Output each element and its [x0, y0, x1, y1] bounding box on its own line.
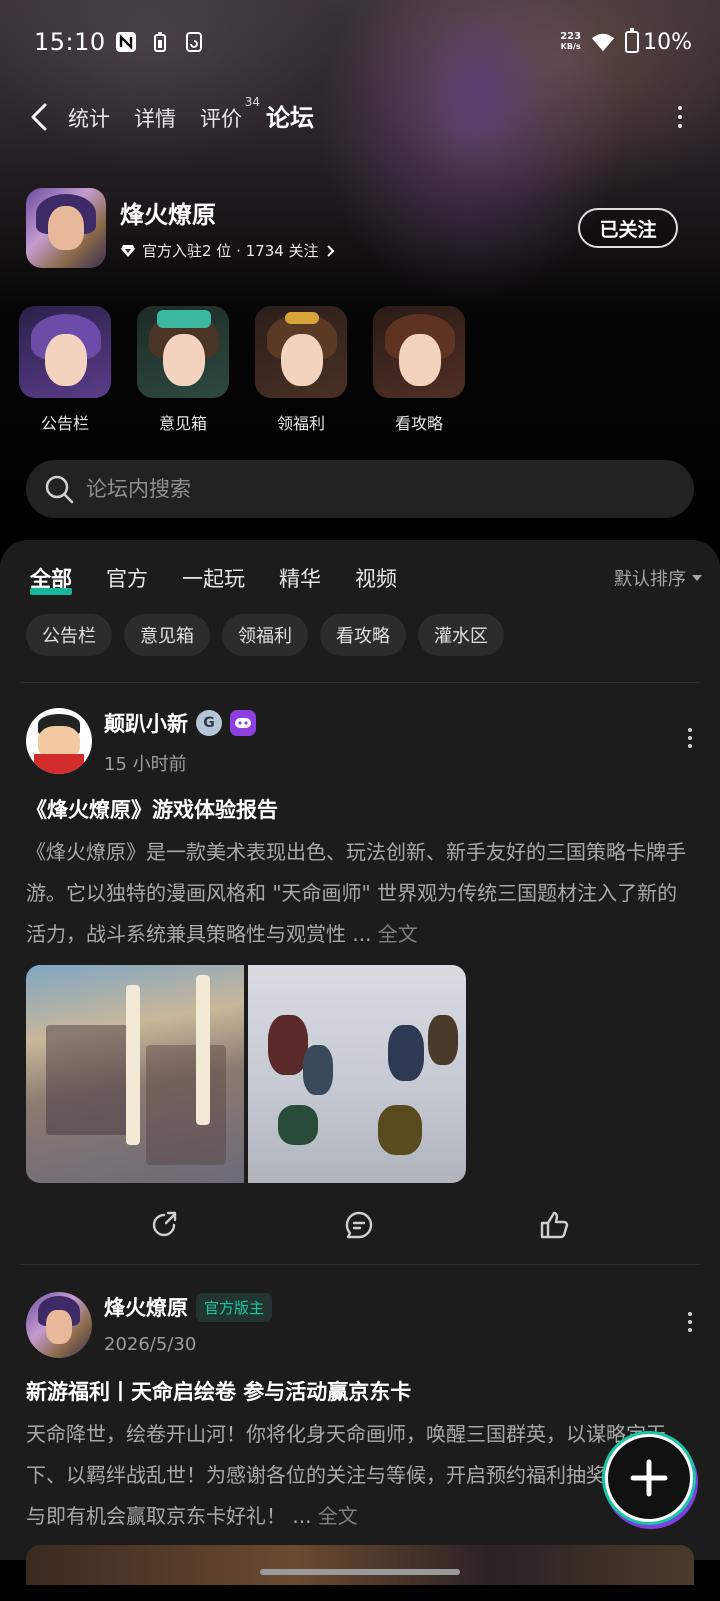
- tab-forum[interactable]: 论坛: [266, 98, 314, 137]
- chip-chat[interactable]: 灌水区: [418, 614, 504, 656]
- diamond-icon: [121, 244, 135, 257]
- feedback-avatar: [137, 306, 229, 398]
- game-header: 烽火燎原 官方入驻2 位 · 1734 关注 已关注: [26, 188, 678, 268]
- post-images: [26, 965, 692, 1183]
- game-subtitle[interactable]: 官方入驻2 位 · 1734 关注: [120, 240, 335, 261]
- net-speed: 223 KB/s: [560, 31, 582, 52]
- chip-announcements[interactable]: 公告栏: [26, 614, 112, 656]
- post-image-battle[interactable]: [248, 965, 466, 1183]
- post-more-button[interactable]: [688, 1312, 692, 1332]
- quick-entry-rewards[interactable]: 领福利: [254, 306, 348, 434]
- forum-feed-panel: 全部 官方 一起玩 精华 视频 默认排序 公告栏 意见箱 领福利 看攻略 灌水区…: [0, 540, 720, 1560]
- read-more-link[interactable]: 全文: [318, 1504, 358, 1528]
- sort-dropdown[interactable]: 默认排序: [614, 565, 702, 591]
- follow-button[interactable]: 已关注: [578, 208, 678, 248]
- share-icon: [152, 1211, 176, 1237]
- chip-feedback[interactable]: 意见箱: [124, 614, 210, 656]
- divider: [20, 682, 700, 683]
- post-card[interactable]: 颠趴小新 G 15 小时前 《烽火燎原》游戏体验报告 《烽火燎原》是一款美术表现…: [26, 708, 692, 1243]
- post-image-city[interactable]: [26, 965, 244, 1183]
- battery-icon: [625, 28, 640, 53]
- feed-tab-video[interactable]: 视频: [355, 563, 397, 593]
- comment-icon: [345, 1211, 373, 1239]
- level-badge-icon: G: [196, 710, 222, 736]
- sort-label: 默认排序: [614, 569, 686, 590]
- quick-entry-announcements[interactable]: 公告栏: [18, 306, 112, 434]
- post-title[interactable]: 《烽火燎原》游戏体验报告: [26, 794, 692, 824]
- post-body[interactable]: 天命降世，绘卷开山河！你将化身天命画师，唤醒三国群英，以谋略定天下、以羁绊战乱世…: [26, 1414, 692, 1537]
- feed-filter-tabs: 全部 官方 一起玩 精华 视频 默认排序: [30, 558, 702, 598]
- back-button[interactable]: [30, 97, 60, 137]
- chevron-left-icon: [31, 103, 47, 131]
- divider: [20, 1264, 700, 1265]
- author-name[interactable]: 烽火燎原: [104, 1292, 188, 1322]
- game-icon[interactable]: [26, 188, 106, 268]
- phone-rotate-icon: [182, 30, 206, 54]
- like-button[interactable]: [536, 1207, 572, 1243]
- new-post-button[interactable]: [605, 1434, 693, 1522]
- status-time: 15:10: [34, 28, 106, 56]
- thumbs-up-icon: [541, 1211, 569, 1239]
- tab-details[interactable]: 详情: [134, 103, 176, 137]
- search-input[interactable]: [86, 477, 646, 501]
- gamepad-badge-icon: [230, 710, 256, 736]
- author-avatar[interactable]: [26, 1292, 92, 1358]
- caret-down-icon: [692, 575, 702, 581]
- wifi-icon: [591, 30, 615, 54]
- post-body[interactable]: 《烽火燎原》是一款美术表现出色、玩法创新、新手友好的三国策略卡牌手游。它以独特的…: [26, 832, 692, 955]
- chevron-right-icon: [326, 244, 334, 257]
- top-navigation: 统计 详情 评价 34 论坛: [30, 92, 690, 142]
- rewards-avatar: [255, 306, 347, 398]
- home-indicator[interactable]: [260, 1569, 460, 1575]
- header-background: [0, 0, 720, 540]
- review-count-badge: 34: [244, 94, 260, 109]
- official-moderator-badge: 官方版主: [196, 1292, 273, 1322]
- tab-reviews[interactable]: 评价 34: [200, 95, 260, 137]
- category-chips: 公告栏 意见箱 领福利 看攻略 灌水区: [26, 614, 504, 656]
- comment-button[interactable]: [341, 1207, 377, 1243]
- feed-tab-official[interactable]: 官方: [106, 563, 148, 593]
- battery-saver-icon: [148, 30, 172, 54]
- plus-icon: [630, 1459, 668, 1497]
- quick-entry-guides[interactable]: 看攻略: [372, 306, 466, 434]
- quick-entry-feedback[interactable]: 意见箱: [136, 306, 230, 434]
- post-image-preview[interactable]: [26, 1545, 694, 1585]
- author-name[interactable]: 颠趴小新: [104, 708, 188, 738]
- chip-rewards[interactable]: 领福利: [222, 614, 308, 656]
- post-title[interactable]: 新游福利丨天命启绘卷 参与活动赢京东卡: [26, 1376, 692, 1406]
- post-time: 2026/5/30: [104, 1334, 197, 1355]
- guides-avatar: [373, 306, 465, 398]
- feed-tab-featured[interactable]: 精华: [279, 563, 321, 593]
- chip-guides[interactable]: 看攻略: [320, 614, 406, 656]
- forum-search-bar[interactable]: [26, 460, 694, 518]
- status-bar: 15:10 223 KB/s 10%: [34, 22, 692, 62]
- post-actions: [26, 1207, 692, 1243]
- nfc-icon: [114, 30, 138, 54]
- post-more-button[interactable]: [688, 728, 692, 748]
- announcements-avatar: [19, 306, 111, 398]
- battery-indicator: 10%: [625, 28, 692, 55]
- post-time: 15 小时前: [104, 754, 187, 775]
- more-options-button[interactable]: [670, 106, 690, 128]
- read-more-link[interactable]: 全文: [378, 922, 418, 946]
- post-card[interactable]: 烽火燎原 官方版主 2026/5/30 新游福利丨天命启绘卷 参与活动赢京东卡 …: [26, 1292, 692, 1537]
- search-icon: [45, 475, 74, 504]
- tab-stats[interactable]: 统计: [68, 103, 110, 137]
- battery-percent: 10%: [643, 29, 692, 55]
- forum-quick-entries: 公告栏 意见箱 领福利 看攻略: [18, 306, 466, 434]
- share-button[interactable]: [146, 1207, 182, 1243]
- feed-tab-all[interactable]: 全部: [30, 563, 72, 595]
- game-title: 烽火燎原: [120, 201, 216, 229]
- tab-reviews-label: 评价: [200, 106, 242, 131]
- feed-tab-play-together[interactable]: 一起玩: [182, 563, 245, 593]
- author-avatar[interactable]: [26, 708, 92, 774]
